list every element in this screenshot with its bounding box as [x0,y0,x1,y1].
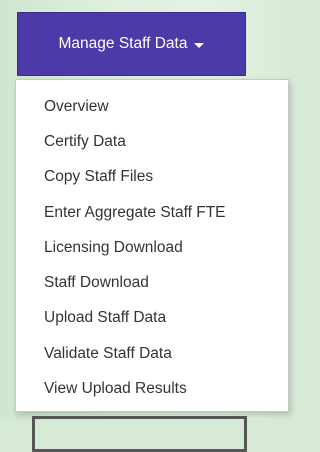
menu-item-validate-staff-data[interactable]: Validate Staff Data [16,336,288,371]
dropdown-menu-list: Overview Certify Data Copy Staff Files E… [16,89,288,407]
menu-button-label: Manage Staff Data [58,35,188,52]
menu-item-enter-aggregate-staff-fte[interactable]: Enter Aggregate Staff FTE [16,195,288,230]
menu-item-view-upload-results[interactable]: View Upload Results [16,371,288,406]
menu-item-copy-staff-files[interactable]: Copy Staff Files [16,160,288,195]
dropdown-menu: Overview Certify Data Copy Staff Files E… [15,79,289,452]
menu-item-upload-staff-data[interactable]: Upload Staff Data [16,301,288,336]
menu-item-licensing-download[interactable]: Licensing Download [16,230,288,265]
manage-staff-data-dropdown-button[interactable]: Manage Staff Data [17,12,246,76]
highlight-box-validate-staff-data [32,416,247,452]
menu-item-overview[interactable]: Overview [16,89,288,124]
menu-item-staff-download[interactable]: Staff Download [16,265,288,300]
menu-item-certify-data[interactable]: Certify Data [16,124,288,159]
caret-down-icon [194,42,205,48]
